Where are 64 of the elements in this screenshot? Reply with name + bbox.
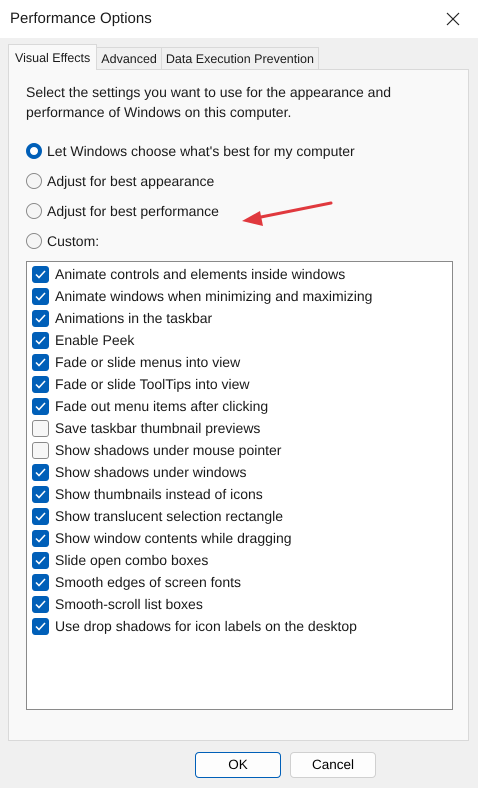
check-icon — [35, 600, 46, 608]
option-label[interactable]: Adjust for best appearance — [47, 170, 214, 192]
check-icon — [35, 314, 46, 322]
check-icon — [35, 358, 46, 366]
window-title: Performance Options — [10, 8, 152, 29]
checkbox-label[interactable]: Fade out menu items after clicking — [55, 396, 268, 416]
radio-button[interactable] — [26, 173, 42, 189]
checkbox-label[interactable]: Use drop shadows for icon labels on the desktop — [55, 616, 357, 636]
checkbox[interactable] — [32, 310, 49, 326]
checkbox-label[interactable]: Save taskbar thumbnail previews — [55, 418, 260, 438]
checkbox[interactable] — [32, 332, 49, 348]
radio-button[interactable] — [26, 233, 42, 249]
checkbox[interactable] — [32, 508, 49, 524]
checkbox[interactable] — [32, 266, 49, 282]
ok-button[interactable]: OK — [195, 752, 281, 778]
checkbox-label[interactable]: Enable Peek — [55, 330, 134, 350]
description-text: Select the settings you want to use for the appearance and performance of Windows on this computer. — [26, 83, 392, 122]
check-icon — [35, 534, 46, 542]
check-icon — [35, 556, 46, 564]
checkbox-label[interactable]: Slide open combo boxes — [55, 550, 208, 570]
tab[interactable]: Visual Effects — [8, 44, 98, 70]
checkbox[interactable] — [32, 618, 49, 634]
check-icon — [35, 512, 46, 520]
checkbox[interactable] — [32, 398, 49, 414]
checkbox[interactable] — [32, 486, 49, 502]
checkbox[interactable] — [32, 354, 49, 370]
radio-button[interactable] — [26, 203, 42, 219]
check-icon — [35, 270, 46, 278]
checkbox-label[interactable]: Show thumbnails instead of icons — [55, 484, 263, 504]
checkbox[interactable] — [32, 288, 49, 304]
checkbox[interactable] — [32, 442, 49, 458]
checkbox-label[interactable]: Show translucent selection rectangle — [55, 506, 284, 526]
checkbox-label[interactable]: Fade or slide menus into view — [55, 352, 240, 372]
check-icon — [35, 336, 46, 344]
option-label[interactable]: Custom: — [47, 230, 100, 252]
radio-button[interactable] — [26, 143, 42, 159]
close-icon — [446, 12, 460, 26]
checkbox-label[interactable]: Show window contents while dragging — [55, 528, 292, 548]
checkbox[interactable] — [32, 552, 49, 568]
checkbox-label[interactable]: Show shadows under windows — [55, 462, 246, 482]
option-label[interactable]: Let Windows choose what's best for my computer — [47, 140, 355, 162]
check-icon — [35, 622, 46, 630]
check-icon — [35, 468, 46, 476]
checkbox-label[interactable]: Animate controls and elements inside windows — [55, 264, 346, 284]
cancel-button[interactable]: Cancel — [290, 752, 376, 778]
check-icon — [35, 402, 46, 410]
checkbox[interactable] — [32, 420, 49, 436]
check-icon — [35, 578, 46, 586]
check-icon — [35, 292, 46, 300]
checkbox-label[interactable]: Fade or slide ToolTips into view — [55, 374, 250, 394]
checkbox[interactable] — [32, 574, 49, 590]
checkbox-label[interactable]: Animations in the taskbar — [55, 308, 212, 328]
checkbox[interactable] — [32, 464, 49, 480]
checkbox[interactable] — [32, 376, 49, 392]
option-label[interactable]: Adjust for best performance — [47, 200, 219, 222]
checkbox-label[interactable]: Smooth edges of screen fonts — [55, 572, 241, 592]
checkbox[interactable] — [32, 596, 49, 612]
check-icon — [35, 490, 46, 498]
check-icon — [35, 380, 46, 388]
checkbox[interactable] — [32, 530, 49, 546]
checkbox-label[interactable]: Show shadows under mouse pointer — [55, 440, 282, 460]
checkbox-label[interactable]: Animate windows when minimizing and maximizing — [55, 286, 372, 306]
checkbox-label[interactable]: Smooth-scroll list boxes — [55, 594, 203, 614]
tab[interactable]: Data Execution Prevention — [160, 47, 319, 69]
